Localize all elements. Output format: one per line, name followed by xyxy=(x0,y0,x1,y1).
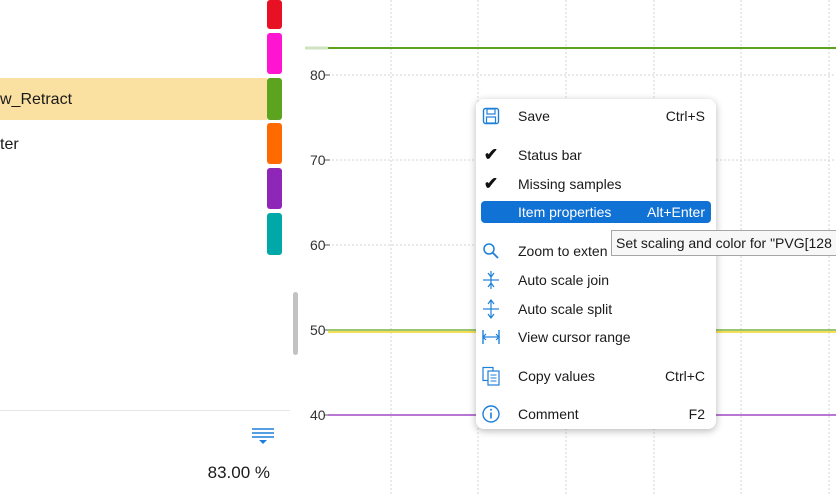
scrollbar-thumb[interactable] xyxy=(293,292,298,355)
menu-item-auto-scale-split[interactable]: Auto scale split xyxy=(481,298,711,320)
auto-scale-join-icon xyxy=(481,269,501,291)
percent-value: 83.00 % xyxy=(207,463,270,482)
menu-item-item-properties[interactable]: Item properties Alt+Enter xyxy=(481,201,711,223)
menu-item-auto-scale-join[interactable]: Auto scale join xyxy=(481,269,711,291)
color-swatch-orange[interactable] xyxy=(267,123,282,164)
menu-item-label: Copy values xyxy=(518,368,596,384)
copy-values-icon xyxy=(481,365,501,387)
menu-item-status-bar[interactable]: ✔ Status bar xyxy=(481,144,711,166)
color-swatch-magenta[interactable] xyxy=(267,33,282,74)
color-swatch-purple[interactable] xyxy=(267,168,282,209)
menu-item-label: Save xyxy=(518,108,550,124)
menu-item-copy-values[interactable]: Copy values Ctrl+C xyxy=(481,365,711,387)
color-swatch-green[interactable] xyxy=(267,78,282,120)
menu-item-label: Item properties xyxy=(518,204,612,220)
y-tick-label: 80 xyxy=(310,67,326,83)
menu-item-label: Auto scale join xyxy=(518,272,610,288)
menu-item-view-cursor-range[interactable]: View cursor range xyxy=(481,326,711,348)
y-tick-label: 60 xyxy=(310,237,326,253)
filter-lines-icon[interactable] xyxy=(251,426,275,446)
info-icon xyxy=(481,403,501,425)
menu-item-label: Auto scale split xyxy=(518,301,613,317)
signal-row-label[interactable]: w_Retract xyxy=(0,91,72,109)
menu-item-missing-samples[interactable]: ✔ Missing samples xyxy=(481,173,711,195)
y-tick-label: 70 xyxy=(310,152,326,168)
cursor-range-icon xyxy=(481,326,501,348)
menu-item-label: Status bar xyxy=(518,147,582,163)
panel-divider xyxy=(0,410,290,411)
menu-item-comment[interactable]: Comment F2 xyxy=(481,403,711,425)
color-swatch-teal[interactable] xyxy=(267,213,282,255)
menu-item-save[interactable]: Save Ctrl+S xyxy=(481,105,711,127)
color-swatch-red[interactable] xyxy=(267,0,282,29)
signal-list-panel: w_Retract ter 83.00 % xyxy=(0,0,300,495)
menu-item-label: Zoom to exten xyxy=(518,243,608,259)
save-icon xyxy=(481,105,501,127)
auto-scale-split-icon xyxy=(481,298,501,320)
y-tick-label: 40 xyxy=(310,407,326,423)
menu-item-shortcut: Ctrl+C xyxy=(664,368,705,384)
menu-item-shortcut: Ctrl+S xyxy=(665,108,705,124)
magnifier-icon xyxy=(481,240,501,262)
menu-item-shortcut: Alt+Enter xyxy=(647,204,705,220)
menu-item-label: View cursor range xyxy=(518,329,631,345)
checkmark-icon: ✔ xyxy=(483,174,499,193)
checkmark-icon: ✔ xyxy=(483,145,499,164)
menu-item-shortcut: F2 xyxy=(688,406,705,422)
y-tick-label: 50 xyxy=(310,322,326,338)
menu-item-label: Comment xyxy=(518,406,579,422)
tooltip: Set scaling and color for "PVG[128 xyxy=(611,230,836,256)
menu-item-label: Missing samples xyxy=(518,176,622,192)
tooltip-text: Set scaling and color for "PVG[128 xyxy=(616,235,832,251)
signal-row-label[interactable]: ter xyxy=(0,136,19,154)
context-menu: Save Ctrl+S ✔ Status bar ✔ Missing sampl… xyxy=(476,99,716,429)
